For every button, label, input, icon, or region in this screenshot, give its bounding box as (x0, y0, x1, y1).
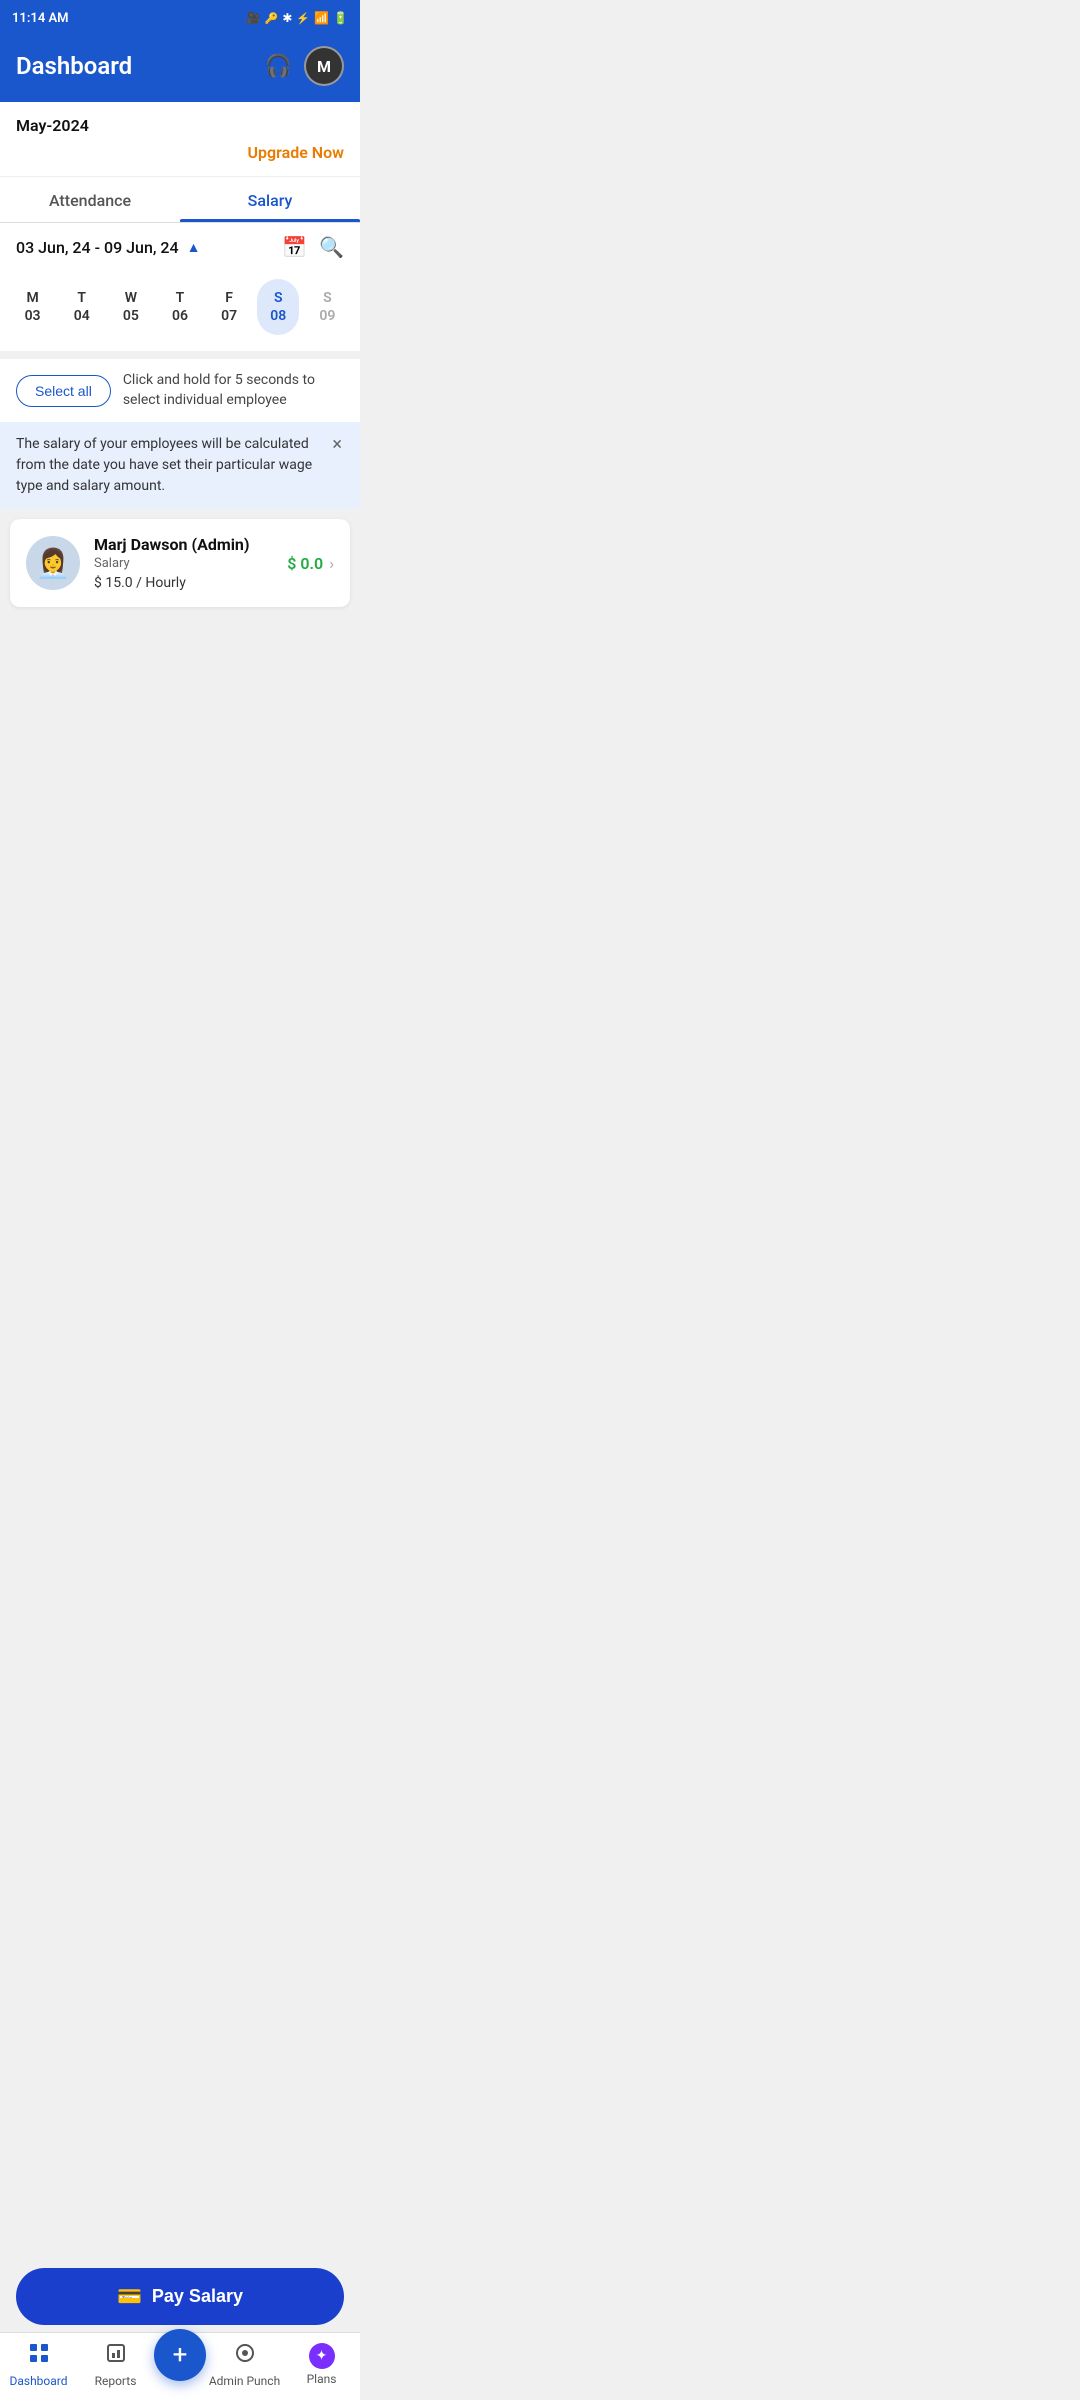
nav-item-admin-punch[interactable]: Admin Punch (206, 2341, 283, 2388)
pay-salary-container: 💳 Pay Salary (0, 2258, 360, 2335)
plans-icon: ✦ (309, 2343, 335, 2369)
pay-salary-label: Pay Salary (152, 2286, 243, 2307)
date-range-actions: 📅 🔍 (282, 235, 344, 259)
nav-label-admin-punch: Admin Punch (209, 2374, 280, 2388)
employee-salary-right: $ 0.0 › (287, 554, 334, 573)
date-range-row: 03 Jun, 24 - 09 Jun, 24 ▲ 📅 🔍 (0, 223, 360, 271)
nav-label-reports: Reports (95, 2374, 137, 2388)
credit-card-icon: 💳 (117, 2284, 142, 2309)
day-selector: M 03 T 04 W 05 T 06 F 07 S 08 S 09 (0, 271, 360, 351)
wifi-icon: 📶 (314, 11, 329, 25)
tab-attendance[interactable]: Attendance (0, 177, 180, 222)
employee-info: Marj Dawson (Admin) Salary $ 15.0 / Hour… (94, 535, 273, 591)
bottom-nav: Dashboard Reports + Admin Punch ✦ Plans (0, 2332, 360, 2400)
admin-punch-icon (233, 2341, 257, 2371)
day-item-sun[interactable]: S 09 (306, 279, 348, 335)
pay-salary-button[interactable]: 💳 Pay Salary (16, 2268, 344, 2325)
search-icon[interactable]: 🔍 (319, 235, 344, 259)
banner-card: May-2024 Upgrade Now (0, 102, 360, 177)
status-bar: 11:14 AM 🎥 🔑 ✱ ⚡ 📶 🔋 (0, 0, 360, 36)
support-icon[interactable]: 🎧 (265, 54, 292, 79)
nav-label-dashboard: Dashboard (9, 2374, 67, 2388)
employee-type: Salary (94, 556, 273, 571)
chevron-up-icon: ▲ (187, 239, 201, 256)
nav-item-reports[interactable]: Reports (77, 2341, 154, 2388)
employee-card[interactable]: 👩‍💼 Marj Dawson (Admin) Salary $ 15.0 / … (10, 519, 350, 607)
employee-name: Marj Dawson (Admin) (94, 535, 273, 554)
nav-label-plans: Plans (307, 2372, 337, 2386)
employee-salary-amount: $ 0.0 (287, 554, 323, 573)
header-icons: 🎧 M (265, 46, 344, 86)
day-item-thu[interactable]: T 06 (159, 279, 201, 335)
upgrade-row: Upgrade Now (16, 143, 344, 162)
day-item-wed[interactable]: W 05 (110, 279, 152, 335)
dashboard-icon (27, 2341, 51, 2371)
battery-saver-icon: ⚡ (296, 12, 310, 25)
upgrade-now-link[interactable]: Upgrade Now (248, 143, 344, 162)
date-range-label: 03 Jun, 24 - 09 Jun, 24 (16, 238, 179, 257)
status-time: 11:14 AM (12, 11, 69, 26)
info-banner: The salary of your employees will be cal… (0, 422, 360, 509)
employee-avatar-icon: 👩‍💼 (36, 547, 71, 580)
info-banner-close[interactable]: × (330, 434, 344, 455)
select-all-button[interactable]: Select all (16, 375, 111, 407)
nav-item-plans[interactable]: ✦ Plans (283, 2343, 360, 2386)
key-icon: 🔑 (265, 12, 279, 25)
employee-avatar: 👩‍💼 (26, 536, 80, 590)
tabs-container: Attendance Salary (0, 177, 360, 223)
app-header: Dashboard 🎧 M (0, 36, 360, 102)
chevron-right-icon: › (329, 554, 334, 573)
reports-icon (104, 2341, 128, 2371)
tab-salary[interactable]: Salary (180, 177, 360, 222)
status-icons: 🎥 🔑 ✱ ⚡ 📶 🔋 (246, 11, 348, 25)
avatar-letter: M (317, 57, 331, 76)
select-hint-text: Click and hold for 5 seconds to select i… (123, 371, 344, 410)
day-item-sat[interactable]: S 08 (257, 279, 299, 335)
select-all-row: Select all Click and hold for 5 seconds … (0, 359, 360, 422)
employee-rate: $ 15.0 / Hourly (94, 575, 273, 591)
page-title: Dashboard (16, 52, 132, 80)
day-item-fri[interactable]: F 07 (208, 279, 250, 335)
nav-item-dashboard[interactable]: Dashboard (0, 2341, 77, 2388)
day-item-tue[interactable]: T 04 (61, 279, 103, 335)
day-item-mon[interactable]: M 03 (12, 279, 54, 335)
battery-icon: 🔋 (333, 11, 348, 25)
banner-month: May-2024 (16, 116, 344, 135)
fab-add-button[interactable]: + (154, 2329, 206, 2381)
info-banner-text: The salary of your employees will be cal… (16, 434, 322, 497)
bluetooth-icon: ✱ (282, 11, 292, 25)
date-range-text[interactable]: 03 Jun, 24 - 09 Jun, 24 ▲ (16, 238, 200, 257)
calendar-icon[interactable]: 📅 (282, 235, 307, 259)
avatar[interactable]: M (304, 46, 344, 86)
plus-icon: + (173, 2342, 188, 2368)
screen-record-icon: 🎥 (246, 11, 261, 25)
